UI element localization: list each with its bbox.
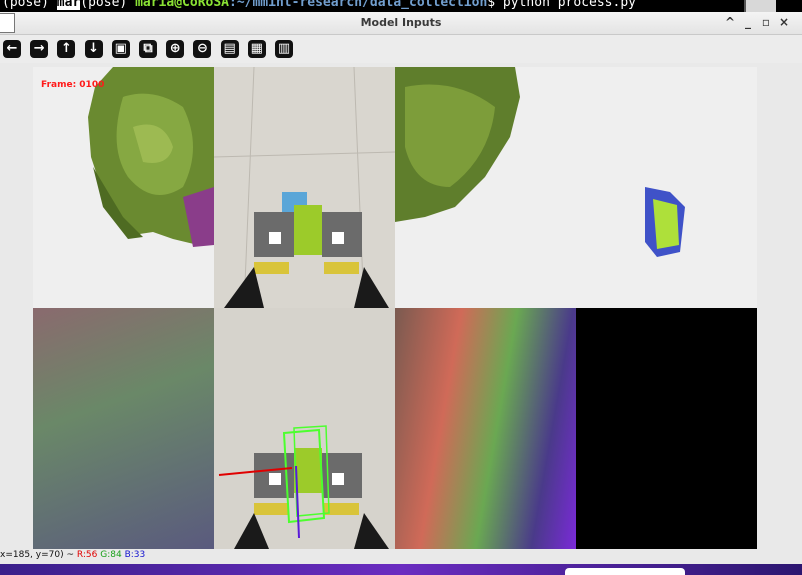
terminal-env: (pose) bbox=[80, 0, 136, 10]
zoom-out-button[interactable]: ⊖ bbox=[193, 40, 212, 58]
gripper-camera-view-2 bbox=[218, 425, 389, 549]
frame-label: Frame: 0100 bbox=[41, 80, 105, 90]
save-button[interactable]: ▤ bbox=[220, 40, 239, 58]
close-button[interactable]: × bbox=[777, 15, 791, 29]
gripper-camera-panel-2 bbox=[214, 308, 395, 549]
mesh-render-1 bbox=[88, 67, 214, 247]
model-inputs-window: Model Inputs ^ _ ▫ × ← → ↑ ↓ ▣ ⧉ ⊕ ⊖ ▤ ▦ ▥ Frame: … bbox=[0, 12, 802, 564]
empty-panel bbox=[576, 308, 757, 549]
window-title: Model Inputs bbox=[360, 16, 442, 29]
status-bar: x=185, y=70) ~ R:56 G:84 B:33 bbox=[0, 549, 802, 564]
terminal-env-prev: (pose) bbox=[2, 0, 57, 10]
colorized-depth-panel-2 bbox=[395, 308, 576, 549]
properties-button[interactable]: ▥ bbox=[275, 40, 293, 58]
mesh-render-panel-1: Frame: 0100 bbox=[33, 67, 214, 308]
status-r: R:56 bbox=[76, 550, 98, 560]
terminal-command: $ python process.py bbox=[487, 0, 636, 10]
taskbar bbox=[0, 564, 802, 575]
copy-button[interactable]: ▦ bbox=[247, 40, 266, 58]
terminal-user-prev: mar bbox=[56, 0, 81, 10]
status-g: G:84 bbox=[100, 550, 122, 560]
pan-up-button[interactable]: ↑ bbox=[57, 40, 76, 58]
zoom-fit-button[interactable]: ⧉ bbox=[139, 40, 157, 58]
shade-button[interactable]: ^ bbox=[723, 15, 737, 29]
gripper-camera-view-1 bbox=[214, 67, 395, 308]
terminal-scroll-widget[interactable] bbox=[744, 0, 776, 12]
pan-left-button[interactable]: ← bbox=[3, 40, 21, 58]
zoom-image-button[interactable]: ▣ bbox=[111, 40, 130, 58]
mesh-render-panel-2 bbox=[395, 67, 757, 308]
gripper-camera-panel-1 bbox=[214, 67, 395, 308]
terminal-user-host: maria@CoRoSA bbox=[135, 0, 229, 10]
title-bar[interactable]: Model Inputs ^ _ ▫ × bbox=[0, 12, 802, 35]
image-canvas[interactable]: Frame: 0100 bbox=[33, 67, 757, 549]
pan-right-button[interactable]: → bbox=[30, 40, 49, 58]
pan-down-button[interactable]: ↓ bbox=[84, 40, 103, 58]
terminal-path: :~/mmint-research/data_collection bbox=[229, 0, 488, 10]
terminal-prompt: (pose) mar(pose) maria@CoRoSA:~/mmint-re… bbox=[2, 0, 636, 10]
colorized-depth-panel-1 bbox=[33, 308, 214, 549]
zoom-in-button[interactable]: ⊕ bbox=[166, 40, 185, 58]
status-coords: x=185, y=70) ~ bbox=[0, 550, 74, 560]
mesh-render-2 bbox=[395, 67, 685, 257]
toolbar: ← → ↑ ↓ ▣ ⧉ ⊕ ⊖ ▤ ▦ ▥ bbox=[0, 35, 802, 63]
maximize-button[interactable]: ▫ bbox=[759, 15, 773, 29]
status-b: B:33 bbox=[124, 550, 146, 560]
minimize-button[interactable]: _ bbox=[741, 15, 755, 29]
terminal-strip: (pose) mar(pose) maria@CoRoSA:~/mmint-re… bbox=[0, 0, 802, 12]
taskbar-item[interactable] bbox=[565, 568, 685, 575]
